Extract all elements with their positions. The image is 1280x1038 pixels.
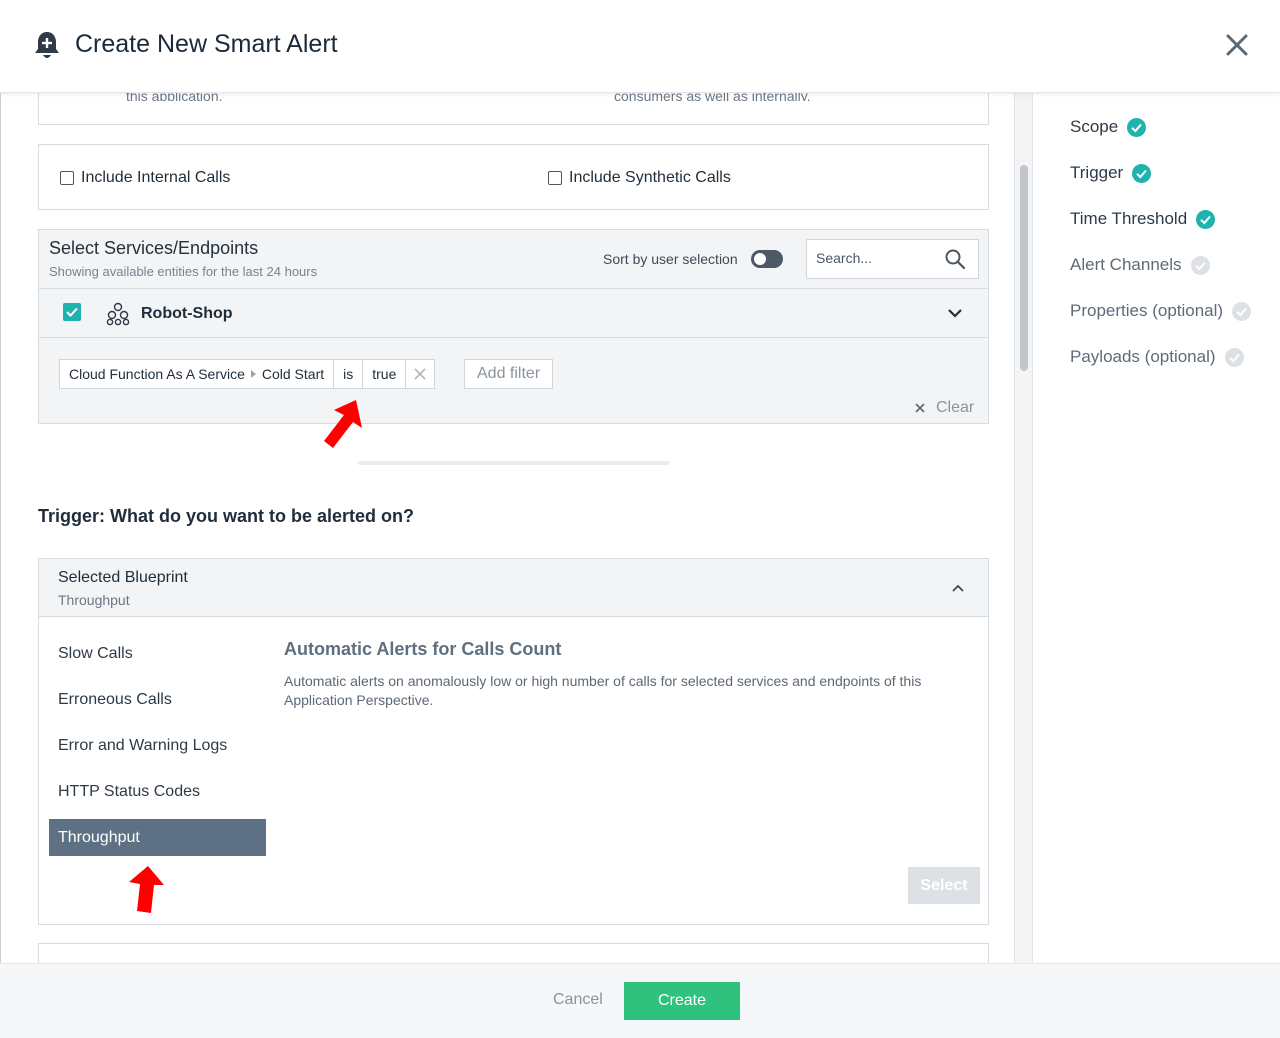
filter-value[interactable]: true [363,360,407,388]
clear-x-icon [915,403,925,413]
next-section-card [38,943,989,963]
blueprint-header[interactable]: Selected Blueprint Throughput [38,558,989,617]
include-internal-checkbox[interactable]: Include Internal Calls [60,169,230,187]
search-icon[interactable] [944,248,966,270]
left-border [0,93,1,963]
filter-attribute: Cold Start [261,366,325,382]
check-circle-pending-icon [1232,301,1252,321]
filter-entity-segment[interactable]: Cloud Function As A Service Cold Start [60,360,335,388]
scrollbar-thumb[interactable] [1020,165,1028,371]
remove-filter-icon[interactable] [406,360,434,388]
add-filter-button[interactable]: Add filter [464,359,554,389]
blueprint-item-error-warning-logs[interactable]: Error and Warning Logs [49,727,266,764]
blueprint-item-erroneous-calls[interactable]: Erroneous Calls [49,681,266,718]
blueprint-description-title: Automatic Alerts for Calls Count [284,639,562,659]
scrollbar[interactable] [1014,93,1033,963]
step-alert-channels[interactable]: Alert Channels [1070,255,1210,275]
step-label: Trigger [1070,163,1124,182]
filter-operator[interactable]: is [334,360,364,388]
services-header: Select Services/Endpoints Showing availa… [38,229,989,288]
modal-footer: Cancel Create [0,963,1280,1038]
services-subtitle: Showing available entities for the last … [49,264,318,279]
check-circle-icon [1127,117,1147,137]
step-label: Time Threshold [1070,209,1188,228]
sort-label: Sort by user selection [603,251,738,267]
step-label: Payloads (optional) [1070,347,1216,366]
check-circle-pending-icon [1224,347,1244,367]
clear-label: Clear [936,399,975,416]
step-label: Scope [1070,117,1119,136]
step-payloads[interactable]: Payloads (optional) [1070,347,1244,367]
section-divider [358,461,670,465]
step-properties[interactable]: Properties (optional) [1070,301,1252,321]
annotation-arrow-icon [129,866,164,913]
annotation-arrow-icon [324,400,362,448]
blueprint-item-throughput[interactable]: Throughput [49,819,266,856]
filter-entity: Cloud Function As A Service [69,366,245,382]
toggle-knob [754,253,766,265]
include-synthetic-checkbox[interactable]: Include Synthetic Calls [548,169,731,187]
cancel-button[interactable]: Cancel [553,991,603,1009]
application-name: Robot-Shop [141,305,233,322]
cut-description-left: this application. [126,93,223,101]
blueprint-selected: Throughput [58,592,130,608]
step-trigger[interactable]: Trigger [1070,163,1152,183]
modal-title: Create New Smart Alert [75,30,338,58]
blueprint-title: Selected Blueprint [58,569,188,586]
services-title: Select Services/Endpoints [49,238,259,258]
check-circle-icon [1196,209,1216,229]
checkbox-box[interactable] [60,171,74,185]
check-circle-icon [1132,163,1152,183]
steps-panel: Scope Trigger Time Threshold Alert Chann… [1033,93,1280,963]
scope-and-trigger-panel: this application. consumers as well as i… [0,93,1016,963]
check-circle-pending-icon [1190,255,1210,275]
blueprint-description-text: Automatic alerts on anomalously low or h… [284,673,922,708]
chevron-up-icon[interactable] [951,583,965,593]
include-internal-label: Include Internal Calls [81,169,231,186]
blueprint-item-http-status-codes[interactable]: HTTP Status Codes [49,773,266,810]
sort-toggle[interactable] [751,250,783,268]
bell-plus-icon [35,32,59,58]
step-scope[interactable]: Scope [1070,117,1147,137]
select-button[interactable]: Select [908,867,980,904]
trigger-heading: Trigger: What do you want to be alerted … [38,506,415,526]
create-button[interactable]: Create [624,982,740,1020]
blueprint-item-slow-calls[interactable]: Slow Calls [49,635,266,672]
include-calls-card: Include Internal Calls Include Synthetic… [38,144,989,210]
close-icon[interactable] [1224,32,1250,58]
modal-header: Create New Smart Alert [0,0,1280,93]
checkbox-box[interactable] [548,171,562,185]
perspective-card: this application. consumers as well as i… [38,93,989,125]
step-label: Properties (optional) [1070,301,1224,320]
checked-checkbox-icon[interactable] [63,303,81,321]
search-input[interactable] [816,250,936,266]
blueprint-body: Slow Calls Erroneous Calls Error and War… [38,617,989,925]
application-icon [106,302,130,326]
application-row[interactable]: Robot-Shop [38,288,989,338]
filter-chip[interactable]: Cloud Function As A Service Cold Start i… [59,359,436,389]
search-box[interactable] [806,239,979,279]
filter-area: Cloud Function As A Service Cold Start i… [38,338,989,424]
clear-filters-button[interactable]: Clear [915,399,974,417]
include-synthetic-label: Include Synthetic Calls [569,169,731,186]
step-time-threshold[interactable]: Time Threshold [1070,209,1216,229]
step-label: Alert Channels [1070,255,1182,274]
chevron-right-icon [250,370,256,378]
cut-description-right: consumers as well as internally. [614,93,811,101]
chevron-down-icon[interactable] [947,307,963,319]
